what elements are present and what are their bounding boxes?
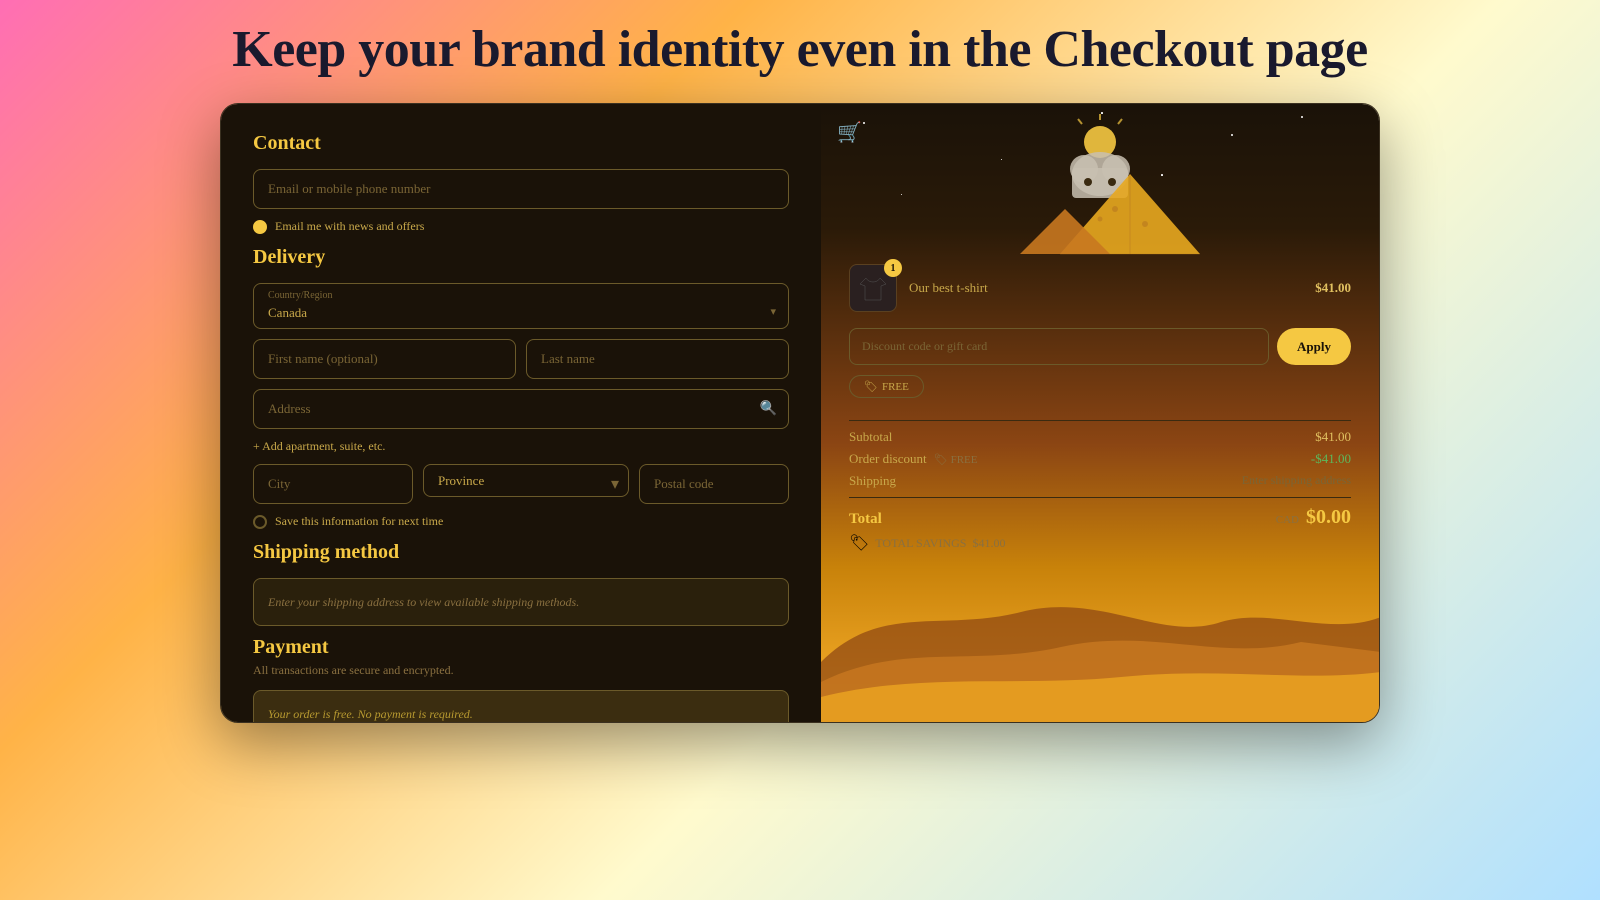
payment-section: Payment All transactions are secure and … [253, 636, 789, 722]
first-name-input[interactable] [253, 339, 516, 379]
province-wrapper: Province ▾ [423, 464, 629, 504]
product-thumbnail: 1 [849, 264, 897, 312]
save-info-label: Save this information for next time [275, 514, 443, 529]
search-icon: 🔍 [760, 401, 777, 418]
total-label: Total [849, 511, 882, 528]
shipping-line-label: Shipping [849, 473, 896, 489]
shipping-info-text: Enter your shipping address to view avai… [268, 595, 579, 609]
city-province-postal-row: Province ▾ [253, 464, 789, 504]
product-price: $41.00 [1315, 280, 1351, 296]
discount-line: Order discount 🏷 FREE -$41.00 [849, 451, 1351, 467]
shipping-section: Shipping method Enter your shipping addr… [253, 541, 789, 626]
page-title: Keep your brand identity even in the Che… [232, 20, 1367, 79]
discount-tag: 🏷 FREE [934, 454, 978, 466]
mountains-illustration [821, 114, 1379, 269]
total-divider [849, 497, 1351, 498]
summary-divider [849, 420, 1351, 421]
save-info-radio-row: Save this information for next time [253, 514, 789, 529]
free-badge-text: FREE [882, 381, 909, 393]
province-select[interactable]: Province [423, 464, 629, 497]
news-radio-dot[interactable] [253, 220, 267, 234]
order-summary: 1 Our best t-shirt $41.00 Apply 🏷 FREE S… [821, 264, 1379, 553]
shipping-info-box: Enter your shipping address to view avai… [253, 578, 789, 626]
free-badge: 🏷 FREE [849, 375, 924, 398]
news-radio-row: Email me with news and offers [253, 219, 789, 234]
product-left: 1 Our best t-shirt [849, 264, 988, 312]
email-input[interactable] [253, 169, 789, 209]
chevron-down-icon: ▾ [770, 305, 776, 318]
payment-title: Payment [253, 636, 789, 659]
payment-subtitle: All transactions are secure and encrypte… [253, 663, 789, 678]
total-currency: CAD [1276, 514, 1299, 526]
apply-button[interactable]: Apply [1277, 328, 1351, 365]
payment-free-box: Your order is free. No payment is requir… [253, 690, 789, 722]
product-row: 1 Our best t-shirt $41.00 [849, 264, 1351, 312]
contact-section: Contact Email me with news and offers [253, 132, 789, 234]
right-panel: 🛒 [821, 104, 1379, 722]
mountains-svg [1000, 114, 1200, 269]
delivery-title: Delivery [253, 246, 789, 269]
country-select[interactable]: Canada [254, 301, 788, 328]
delivery-section: Delivery Country/Region Canada ▾ 🔍 + Add [253, 246, 789, 529]
payment-free-text: Your order is free. No payment is requir… [268, 707, 473, 721]
add-apt-link[interactable]: + Add apartment, suite, etc. [253, 439, 789, 454]
savings-label: TOTAL SAVINGS [875, 536, 966, 551]
tag-icon: 🏷 [864, 380, 878, 393]
subtotal-label: Subtotal [849, 429, 892, 445]
subtotal-value: $41.00 [1315, 429, 1351, 445]
address-input[interactable] [253, 389, 789, 429]
name-row [253, 339, 789, 379]
product-name: Our best t-shirt [909, 280, 988, 296]
shipping-line: Shipping Enter shipping address [849, 473, 1351, 489]
shipping-line-value: Enter shipping address [1242, 473, 1351, 489]
email-wrapper [253, 169, 789, 209]
news-radio-label: Email me with news and offers [275, 219, 424, 234]
contact-title: Contact [253, 132, 789, 155]
country-select-wrapper: Country/Region Canada ▾ [253, 283, 789, 329]
shipping-title: Shipping method [253, 541, 789, 564]
checkout-container: Contact Email me with news and offers De… [220, 103, 1380, 723]
last-name-input[interactable] [526, 339, 789, 379]
country-label: Country/Region [254, 284, 788, 301]
tshirt-icon [858, 274, 888, 302]
savings-icon: 🏷 [849, 533, 869, 553]
postal-input[interactable] [639, 464, 789, 504]
total-value-area: CAD $0.00 [1276, 506, 1351, 529]
discount-input[interactable] [849, 328, 1269, 365]
address-wrapper: 🔍 [253, 389, 789, 429]
savings-value: $41.00 [972, 536, 1005, 551]
discount-row: Apply [849, 328, 1351, 365]
left-panel: Contact Email me with news and offers De… [221, 104, 821, 722]
subtotal-line: Subtotal $41.00 [849, 429, 1351, 445]
discount-line-label: Order discount 🏷 FREE [849, 451, 978, 467]
total-line: Total CAD $0.00 [849, 506, 1351, 529]
total-value: $0.00 [1306, 506, 1351, 528]
discount-value: -$41.00 [1311, 451, 1351, 467]
save-info-radio-dot[interactable] [253, 515, 267, 529]
city-input[interactable] [253, 464, 413, 504]
savings-line: 🏷 TOTAL SAVINGS $41.00 [849, 533, 1351, 553]
product-quantity-badge: 1 [884, 259, 902, 277]
